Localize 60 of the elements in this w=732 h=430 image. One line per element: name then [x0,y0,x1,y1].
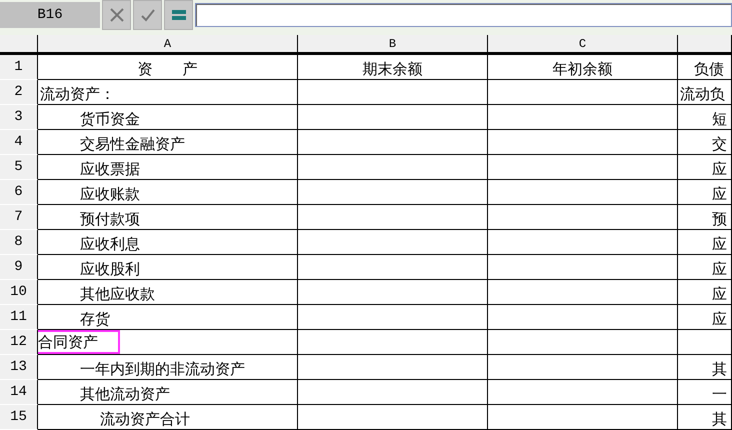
table-header-cell: 资 产 [38,55,298,80]
table-cell: 其 [678,405,732,430]
row-header[interactable]: 15 [0,405,38,430]
row-header[interactable]: 13 [0,355,38,380]
table-cell [678,330,732,355]
table-cell: 应收股利 [38,255,298,280]
close-icon [108,7,124,23]
table-cell: 其他应收款 [38,280,298,305]
table-cell: 应 [678,305,732,330]
row-header[interactable]: 14 [0,380,38,405]
highlighted-cell-text: 合同资产 [38,330,120,354]
row-header[interactable]: 10 [0,280,38,305]
cell-reference-box[interactable]: B16 [0,2,100,28]
row-header[interactable]: 5 [0,155,38,180]
column-header[interactable]: B [298,35,488,55]
table-cell: 预付款项 [38,205,298,230]
table-cell: 货币资金 [38,105,298,130]
table-cell: 其 [678,355,732,380]
confirm-button[interactable] [133,0,162,30]
table-cell: 应 [678,155,732,180]
row-header[interactable]: 9 [0,255,38,280]
corner-cell[interactable] [0,35,38,55]
row-header[interactable]: 11 [0,305,38,330]
table-cell: 应 [678,280,732,305]
row-header[interactable]: 6 [0,180,38,205]
row-header[interactable]: 4 [0,130,38,155]
column-header[interactable] [678,35,732,55]
table-cell: 应收利息 [38,230,298,255]
table-cell: 流动资产合计 [38,405,298,430]
formula-button[interactable] [164,0,193,30]
check-icon [140,7,156,23]
formula-input-field[interactable] [195,3,732,27]
table-cell: 应 [678,230,732,255]
column-header[interactable]: A [38,35,298,55]
table-cell: 流动负 [678,80,732,105]
table-cell: 应收票据 [38,155,298,180]
table-cell: 一 [678,380,732,405]
row-header[interactable]: 3 [0,105,38,130]
table-cell: 应收账款 [38,180,298,205]
column-header[interactable]: C [488,35,678,55]
table-header-cell: 期末余额 [298,55,488,80]
table-header-cell: 年初余额 [488,55,678,80]
row-header[interactable]: 8 [0,230,38,255]
table-cell: 交 [678,130,732,155]
table-header-cell: 负债 [678,55,732,80]
table-cell: 存货 [38,305,298,330]
table-cell: 短 [678,105,732,130]
row-header[interactable]: 2 [0,80,38,105]
table-cell: 预 [678,205,732,230]
table-cell: 应 [678,180,732,205]
table-cell: 其他流动资产 [38,380,298,405]
table-cell: 流动资产： [38,80,298,105]
table-cell: 一年内到期的非流动资产 [38,355,298,380]
row-header[interactable]: 1 [0,55,38,80]
table-cell: 交易性金融资产 [38,130,298,155]
row-header[interactable]: 12 [0,330,38,355]
equals-icon [172,9,186,21]
cancel-button[interactable] [102,0,131,30]
row-header[interactable]: 7 [0,205,38,230]
table-cell: 应 [678,255,732,280]
